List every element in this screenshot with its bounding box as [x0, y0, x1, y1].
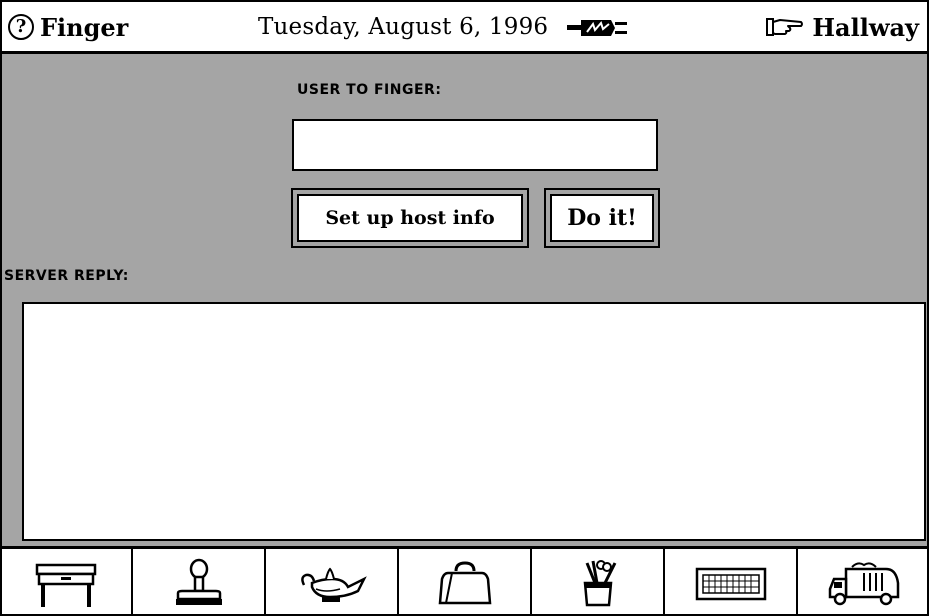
window-frame [0, 0, 929, 616]
